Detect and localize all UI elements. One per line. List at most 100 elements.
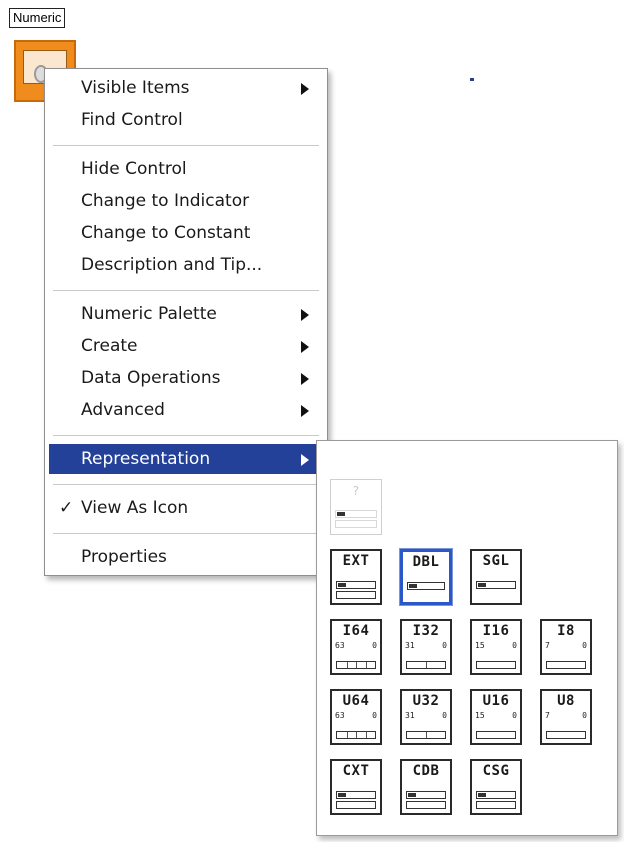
submenu-arrow-icon [301, 309, 309, 321]
checkmark-icon: ✓ [59, 498, 74, 518]
representation-u16-button[interactable]: U16 15 0 [470, 689, 522, 745]
menu-item-advanced[interactable]: Advanced [49, 395, 323, 425]
representation-code: CDB [412, 763, 440, 779]
menu-separator [53, 484, 319, 485]
bit-high: 63 [335, 641, 345, 650]
menu-item-create[interactable]: Create [49, 331, 323, 361]
bit-high: 31 [405, 641, 415, 650]
menu-item-view-as-icon[interactable]: ✓ View As Icon [49, 493, 323, 523]
representation-code: I8 [557, 623, 575, 639]
exponent-fill [338, 583, 346, 587]
representation-i16-button[interactable]: I16 15 0 [470, 619, 522, 675]
bit-low: 0 [512, 711, 517, 720]
representation-dbl-button[interactable]: DBL [399, 548, 453, 606]
bit-low: 0 [582, 711, 587, 720]
representation-code: I64 [342, 623, 370, 639]
bit-range: 70 [545, 711, 587, 721]
menu-item-label: View As Icon [81, 498, 189, 518]
menu-item-hide-control[interactable]: Hide Control [49, 154, 323, 184]
bit-high: 7 [545, 641, 550, 650]
exponent-fill [408, 793, 416, 797]
representation-code: U8 [557, 693, 575, 709]
bit-low: 0 [512, 641, 517, 650]
bit-bar-icon [406, 731, 446, 739]
representation-code: SGL [482, 553, 510, 569]
submenu-arrow-icon [301, 454, 309, 466]
bit-bar-icon [336, 661, 376, 669]
mantissa-bar-icon [476, 581, 516, 589]
second-bar-icon [335, 520, 377, 528]
exponent-fill [478, 583, 486, 587]
menu-item-description-and-tip[interactable]: Description and Tip... [49, 250, 323, 280]
menu-item-properties[interactable]: Properties [49, 542, 323, 572]
menu-separator [53, 145, 319, 146]
exponent-fill [337, 512, 345, 516]
menu-item-numeric-palette[interactable]: Numeric Palette [49, 299, 323, 329]
bit-range: 63 0 [335, 711, 377, 721]
menu-item-change-to-constant[interactable]: Change to Constant [49, 218, 323, 248]
representation-code: CSG [482, 763, 510, 779]
representation-unknown-button: ? [330, 479, 382, 535]
bit-low: 0 [372, 641, 377, 650]
bit-segment [365, 732, 367, 738]
representation-cxt-button[interactable]: CXT [330, 759, 382, 815]
exponent-fill [409, 584, 417, 588]
representation-code: I32 [412, 623, 440, 639]
submenu-arrow-icon [301, 83, 309, 95]
bit-segment [346, 662, 348, 668]
representation-code: ? [352, 484, 360, 498]
menu-separator [53, 533, 319, 534]
bit-segment [365, 662, 367, 668]
representation-u64-button[interactable]: U64 63 0 [330, 689, 382, 745]
bit-low: 0 [442, 711, 447, 720]
menu-separator [53, 290, 319, 291]
representation-cdb-button[interactable]: CDB [400, 759, 452, 815]
mantissa-bar-icon [336, 791, 376, 799]
bit-low: 0 [582, 641, 587, 650]
bit-segment [356, 662, 357, 668]
cursor-mark [470, 78, 474, 81]
menu-item-representation[interactable]: Representation [49, 444, 323, 474]
menu-item-find-control[interactable]: Find Control [49, 105, 323, 135]
menu-item-label: Visible Items [81, 78, 190, 98]
menu-item-label: Change to Constant [81, 223, 251, 243]
bit-segment [346, 732, 348, 738]
second-bar-icon [406, 801, 446, 809]
menu-item-label: Create [81, 336, 138, 356]
representation-i32-button[interactable]: I32 31 0 [400, 619, 452, 675]
submenu-arrow-icon [301, 405, 309, 417]
bit-bar-icon [546, 661, 586, 669]
menu-item-change-to-indicator[interactable]: Change to Indicator [49, 186, 323, 216]
exponent-fill [478, 793, 486, 797]
bit-high: 63 [335, 711, 345, 720]
bit-low: 0 [442, 641, 447, 650]
bit-range: 31 0 [405, 641, 447, 651]
representation-i64-button[interactable]: I64 63 0 [330, 619, 382, 675]
bit-high: 7 [545, 711, 550, 720]
menu-item-label: Representation [81, 449, 211, 469]
representation-sgl-button[interactable]: SGL [470, 549, 522, 605]
menu-item-data-operations[interactable]: Data Operations [49, 363, 323, 393]
submenu-arrow-icon [301, 373, 309, 385]
representation-csg-button[interactable]: CSG [470, 759, 522, 815]
bit-range: 70 [545, 641, 587, 651]
menu-item-label: Data Operations [81, 368, 221, 388]
menu-item-visible-items[interactable]: Visible Items [49, 73, 323, 103]
menu-separator [53, 435, 319, 436]
representation-u32-button[interactable]: U32 31 0 [400, 689, 452, 745]
bit-bar-icon [476, 661, 516, 669]
representation-code: U16 [482, 693, 510, 709]
control-label[interactable]: Numeric [9, 8, 66, 28]
menu-item-label: Find Control [81, 110, 183, 130]
bit-range: 15 0 [475, 641, 517, 651]
bit-segment [426, 732, 427, 738]
menu-item-label: Numeric Palette [81, 304, 217, 324]
representation-i8-button[interactable]: I8 7 0 [540, 619, 592, 675]
representation-u8-button[interactable]: U8 7 0 [540, 689, 592, 745]
bit-range: 15 0 [475, 711, 517, 721]
bit-bar-icon [406, 661, 446, 669]
mantissa-bar-icon [406, 791, 446, 799]
representation-ext-button[interactable]: EXT [330, 549, 382, 605]
representation-code: U64 [342, 693, 370, 709]
representation-code: DBL [412, 554, 440, 570]
